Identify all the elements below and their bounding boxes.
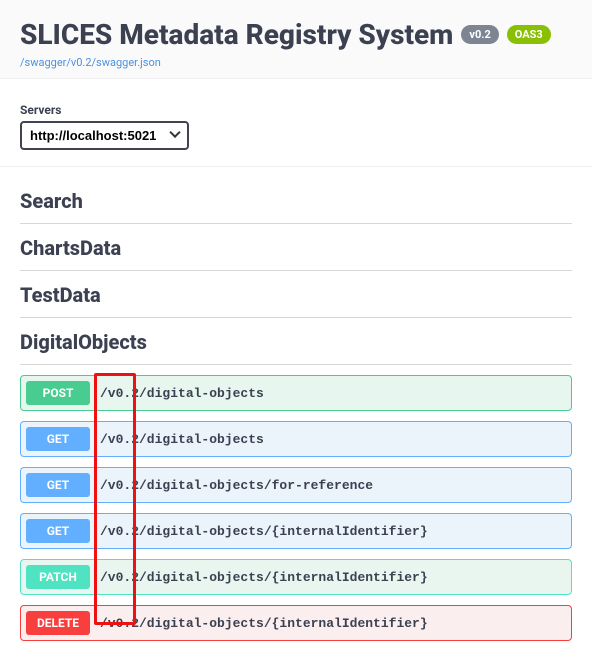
operations-list: POST/v0.2/digital-objectsGET/v0.2/digita… — [20, 375, 572, 641]
servers-label: Servers — [20, 103, 572, 117]
method-badge: POST — [26, 381, 90, 405]
page-header: SLICES Metadata Registry System v0.2 OAS… — [0, 0, 592, 79]
operation-path: /v0.2/digital-objects — [100, 386, 264, 401]
api-content: Search ChartsData TestData DigitalObject… — [0, 167, 592, 661]
tag-digitalobjects[interactable]: DigitalObjects — [20, 318, 572, 365]
operation-row[interactable]: GET/v0.2/digital-objects/{internalIdenti… — [20, 513, 572, 549]
version-badge: v0.2 — [461, 25, 498, 44]
operation-path: /v0.2/digital-objects/{internalIdentifie… — [100, 524, 428, 539]
tag-search[interactable]: Search — [20, 177, 572, 224]
operation-row[interactable]: POST/v0.2/digital-objects — [20, 375, 572, 411]
operation-row[interactable]: DELETE/v0.2/digital-objects/{internalIde… — [20, 605, 572, 641]
operation-path: /v0.2/digital-objects — [100, 432, 264, 447]
method-badge: DELETE — [26, 611, 90, 635]
operation-row[interactable]: PATCH/v0.2/digital-objects/{internalIden… — [20, 559, 572, 595]
operation-row[interactable]: GET/v0.2/digital-objects/for-reference — [20, 467, 572, 503]
server-select[interactable]: http://localhost:5021 — [20, 121, 189, 150]
method-badge: PATCH — [26, 565, 90, 589]
spec-link[interactable]: /swagger/v0.2/swagger.json — [20, 56, 161, 69]
operation-path: /v0.2/digital-objects/for-reference — [100, 478, 373, 493]
method-badge: GET — [26, 473, 90, 497]
oas-badge: OAS3 — [507, 25, 551, 44]
page-title: SLICES Metadata Registry System — [20, 18, 453, 51]
operation-path: /v0.2/digital-objects/{internalIdentifie… — [100, 570, 428, 585]
tag-testdata[interactable]: TestData — [20, 271, 572, 318]
operation-row[interactable]: GET/v0.2/digital-objects — [20, 421, 572, 457]
method-badge: GET — [26, 427, 90, 451]
tag-chartsdata[interactable]: ChartsData — [20, 224, 572, 271]
servers-section: Servers http://localhost:5021 — [0, 79, 592, 167]
method-badge: GET — [26, 519, 90, 543]
operation-path: /v0.2/digital-objects/{internalIdentifie… — [100, 616, 428, 631]
